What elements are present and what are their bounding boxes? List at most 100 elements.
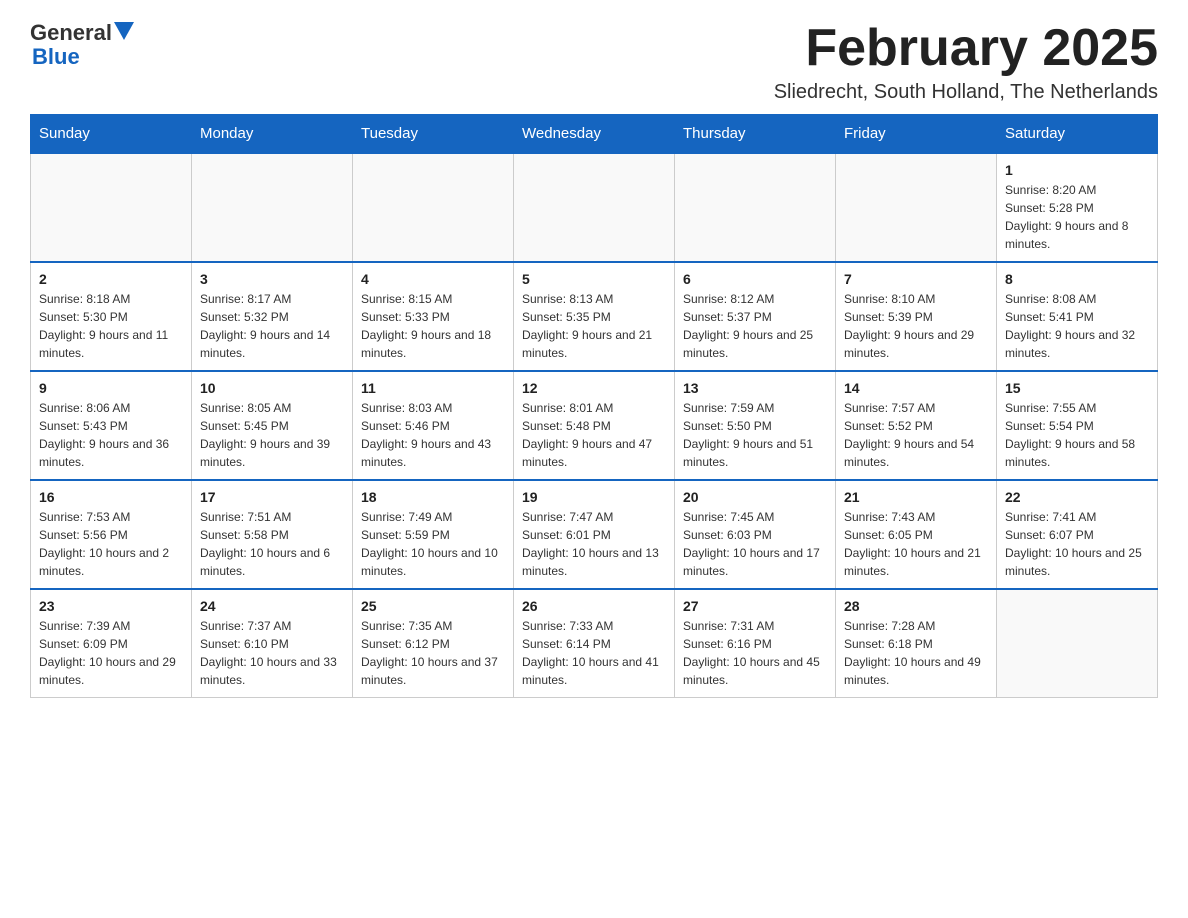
day-info: Sunrise: 8:03 AMSunset: 5:46 PMDaylight:…	[361, 399, 505, 471]
calendar-cell: 24 Sunrise: 7:37 AMSunset: 6:10 PMDayligh…	[192, 589, 353, 698]
day-number: 23	[39, 598, 183, 614]
day-number: 9	[39, 380, 183, 396]
day-number: 26	[522, 598, 666, 614]
header: General Blue February 2025 Sliedrecht, S…	[30, 20, 1158, 104]
calendar-cell	[997, 589, 1158, 698]
day-number: 27	[683, 598, 827, 614]
location-subtitle: Sliedrecht, South Holland, The Netherlan…	[774, 81, 1158, 104]
day-number: 28	[844, 598, 988, 614]
day-number: 19	[522, 489, 666, 505]
day-info: Sunrise: 7:37 AMSunset: 6:10 PMDaylight:…	[200, 617, 344, 689]
calendar-cell	[192, 153, 353, 262]
day-info: Sunrise: 8:10 AMSunset: 5:39 PMDaylight:…	[844, 290, 988, 362]
calendar-cell: 8 Sunrise: 8:08 AMSunset: 5:41 PMDaylight…	[997, 262, 1158, 371]
logo-blue-text: Blue	[32, 44, 80, 69]
day-info: Sunrise: 7:47 AMSunset: 6:01 PMDaylight:…	[522, 508, 666, 580]
week-row-4: 16 Sunrise: 7:53 AMSunset: 5:56 PMDayligh…	[31, 480, 1158, 589]
day-number: 6	[683, 271, 827, 287]
weekday-header-monday: Monday	[192, 115, 353, 154]
calendar-cell: 9 Sunrise: 8:06 AMSunset: 5:43 PMDaylight…	[31, 371, 192, 480]
day-number: 21	[844, 489, 988, 505]
day-number: 15	[1005, 380, 1149, 396]
calendar-cell	[31, 153, 192, 262]
calendar-cell	[675, 153, 836, 262]
day-number: 7	[844, 271, 988, 287]
day-number: 16	[39, 489, 183, 505]
day-number: 8	[1005, 271, 1149, 287]
day-info: Sunrise: 8:18 AMSunset: 5:30 PMDaylight:…	[39, 290, 183, 362]
day-number: 13	[683, 380, 827, 396]
calendar-table: SundayMondayTuesdayWednesdayThursdayFrid…	[30, 114, 1158, 698]
week-row-3: 9 Sunrise: 8:06 AMSunset: 5:43 PMDaylight…	[31, 371, 1158, 480]
calendar-cell	[836, 153, 997, 262]
day-info: Sunrise: 7:59 AMSunset: 5:50 PMDaylight:…	[683, 399, 827, 471]
calendar-cell: 17 Sunrise: 7:51 AMSunset: 5:58 PMDayligh…	[192, 480, 353, 589]
calendar-cell: 27 Sunrise: 7:31 AMSunset: 6:16 PMDayligh…	[675, 589, 836, 698]
day-info: Sunrise: 8:05 AMSunset: 5:45 PMDaylight:…	[200, 399, 344, 471]
calendar-cell: 28 Sunrise: 7:28 AMSunset: 6:18 PMDayligh…	[836, 589, 997, 698]
day-number: 18	[361, 489, 505, 505]
calendar-cell: 16 Sunrise: 7:53 AMSunset: 5:56 PMDayligh…	[31, 480, 192, 589]
calendar-cell: 6 Sunrise: 8:12 AMSunset: 5:37 PMDaylight…	[675, 262, 836, 371]
weekday-header-tuesday: Tuesday	[353, 115, 514, 154]
calendar-cell: 23 Sunrise: 7:39 AMSunset: 6:09 PMDayligh…	[31, 589, 192, 698]
day-info: Sunrise: 7:49 AMSunset: 5:59 PMDaylight:…	[361, 508, 505, 580]
logo: General Blue	[30, 20, 134, 70]
day-number: 3	[200, 271, 344, 287]
calendar-cell: 5Sunrise: 8:13 AMSunset: 5:35 PMDaylight…	[514, 262, 675, 371]
calendar-cell: 20 Sunrise: 7:45 AMSunset: 6:03 PMDayligh…	[675, 480, 836, 589]
day-info: Sunrise: 7:45 AMSunset: 6:03 PMDaylight:…	[683, 508, 827, 580]
day-number: 1	[1005, 162, 1149, 178]
day-info: Sunrise: 7:28 AMSunset: 6:18 PMDaylight:…	[844, 617, 988, 689]
day-number: 22	[1005, 489, 1149, 505]
calendar-cell	[514, 153, 675, 262]
title-area: February 2025 Sliedrecht, South Holland,…	[774, 20, 1158, 104]
day-info: Sunrise: 7:53 AMSunset: 5:56 PMDaylight:…	[39, 508, 183, 580]
day-info: Sunrise: 7:33 AMSunset: 6:14 PMDaylight:…	[522, 617, 666, 689]
calendar-cell	[353, 153, 514, 262]
day-number: 14	[844, 380, 988, 396]
calendar-cell: 25 Sunrise: 7:35 AMSunset: 6:12 PMDayligh…	[353, 589, 514, 698]
logo-general-text: General	[30, 20, 112, 46]
day-info: Sunrise: 7:51 AMSunset: 5:58 PMDaylight:…	[200, 508, 344, 580]
day-info: Sunrise: 7:43 AMSunset: 6:05 PMDaylight:…	[844, 508, 988, 580]
day-info: Sunrise: 8:08 AMSunset: 5:41 PMDaylight:…	[1005, 290, 1149, 362]
day-number: 17	[200, 489, 344, 505]
calendar-cell: 15 Sunrise: 7:55 AMSunset: 5:54 PMDayligh…	[997, 371, 1158, 480]
day-info: Sunrise: 7:41 AMSunset: 6:07 PMDaylight:…	[1005, 508, 1149, 580]
week-row-2: 2Sunrise: 8:18 AMSunset: 5:30 PMDaylight…	[31, 262, 1158, 371]
weekday-header-thursday: Thursday	[675, 115, 836, 154]
weekday-header-sunday: Sunday	[31, 115, 192, 154]
day-number: 10	[200, 380, 344, 396]
day-info: Sunrise: 7:31 AMSunset: 6:16 PMDaylight:…	[683, 617, 827, 689]
day-number: 5	[522, 271, 666, 287]
calendar-cell: 13 Sunrise: 7:59 AMSunset: 5:50 PMDayligh…	[675, 371, 836, 480]
week-row-5: 23 Sunrise: 7:39 AMSunset: 6:09 PMDayligh…	[31, 589, 1158, 698]
calendar-cell: 22 Sunrise: 7:41 AMSunset: 6:07 PMDayligh…	[997, 480, 1158, 589]
calendar-cell: 7 Sunrise: 8:10 AMSunset: 5:39 PMDaylight…	[836, 262, 997, 371]
calendar-cell: 18 Sunrise: 7:49 AMSunset: 5:59 PMDayligh…	[353, 480, 514, 589]
weekday-header-friday: Friday	[836, 115, 997, 154]
day-info: Sunrise: 8:12 AMSunset: 5:37 PMDaylight:…	[683, 290, 827, 362]
day-info: Sunrise: 7:55 AMSunset: 5:54 PMDaylight:…	[1005, 399, 1149, 471]
logo-triangle-icon	[114, 22, 134, 40]
calendar-cell: 4Sunrise: 8:15 AMSunset: 5:33 PMDaylight…	[353, 262, 514, 371]
calendar-cell: 26 Sunrise: 7:33 AMSunset: 6:14 PMDayligh…	[514, 589, 675, 698]
day-info: Sunrise: 7:39 AMSunset: 6:09 PMDaylight:…	[39, 617, 183, 689]
day-number: 20	[683, 489, 827, 505]
day-number: 24	[200, 598, 344, 614]
calendar-cell: 12Sunrise: 8:01 AMSunset: 5:48 PMDayligh…	[514, 371, 675, 480]
day-number: 11	[361, 380, 505, 396]
day-info: Sunrise: 7:35 AMSunset: 6:12 PMDaylight:…	[361, 617, 505, 689]
day-number: 4	[361, 271, 505, 287]
calendar-cell: 3Sunrise: 8:17 AMSunset: 5:32 PMDaylight…	[192, 262, 353, 371]
calendar-cell: 1 Sunrise: 8:20 AMSunset: 5:28 PMDaylight…	[997, 153, 1158, 262]
calendar-cell: 14Sunrise: 7:57 AMSunset: 5:52 PMDayligh…	[836, 371, 997, 480]
day-number: 25	[361, 598, 505, 614]
day-info: Sunrise: 8:20 AMSunset: 5:28 PMDaylight:…	[1005, 181, 1149, 253]
day-info: Sunrise: 8:01 AMSunset: 5:48 PMDaylight:…	[522, 399, 666, 471]
day-info: Sunrise: 8:06 AMSunset: 5:43 PMDaylight:…	[39, 399, 183, 471]
calendar-cell: 11 Sunrise: 8:03 AMSunset: 5:46 PMDayligh…	[353, 371, 514, 480]
weekday-header-saturday: Saturday	[997, 115, 1158, 154]
month-title: February 2025	[774, 20, 1158, 77]
